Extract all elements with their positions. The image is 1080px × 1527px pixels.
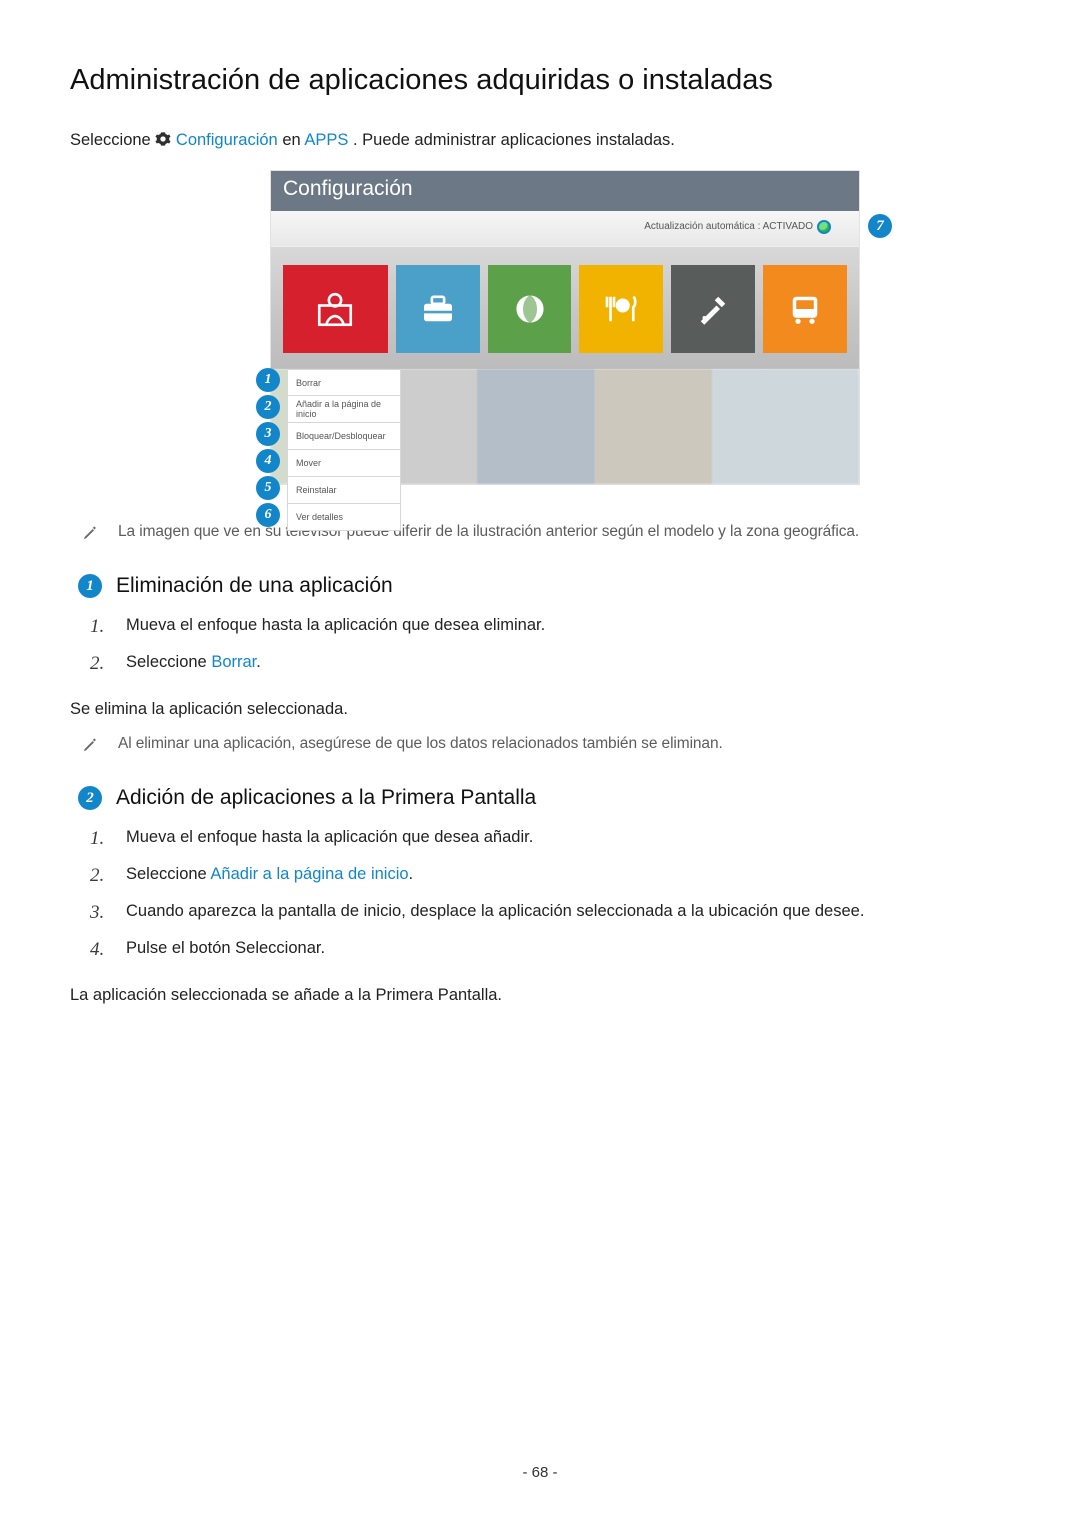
s1-step-2a: Seleccione <box>126 653 211 671</box>
context-menu-details: Ver detalles <box>287 504 401 531</box>
s1-step-2: Seleccione Borrar. <box>90 653 1010 690</box>
intro-t2: en <box>282 131 304 149</box>
section-1-title: Eliminación de una aplicación <box>116 574 393 598</box>
s2-step-3: Cuando aparezca la pantalla de inicio, d… <box>90 902 1010 939</box>
intro-t1: Seleccione <box>70 131 155 149</box>
intro-t3: . Puede administrar aplicaciones instala… <box>353 131 675 149</box>
app-tile-row <box>271 247 859 369</box>
pencil-icon <box>82 737 100 758</box>
s2-step-4: Pulse el botón Seleccionar. <box>90 939 1010 976</box>
context-menu-delete: Borrar <box>287 369 401 396</box>
s2-step-2: Seleccione Añadir a la página de inicio. <box>90 865 1010 902</box>
note-image-differ: La imagen que ve en su televisor puede d… <box>82 523 1010 546</box>
callout-badge-2: 2 <box>256 395 280 419</box>
briefcase-icon <box>417 288 459 330</box>
callout-badge-4: 4 <box>256 449 280 473</box>
auto-update-toggle-icon <box>817 220 831 234</box>
section-2-title: Adición de aplicaciones a la Primera Pan… <box>116 786 536 810</box>
pencil-icon <box>82 525 100 546</box>
callout-badge-column: 1 2 3 4 5 6 <box>256 368 280 527</box>
context-menu: Borrar Añadir a la página de inicio Bloq… <box>287 369 401 531</box>
gear-icon <box>155 131 171 152</box>
app-tile-6 <box>763 265 847 353</box>
person-photo-icon <box>314 288 356 330</box>
section-1-after: Se elimina la aplicación seleccionada. <box>70 700 1010 719</box>
s1-step-1: Mueva el enfoque hasta la aplicación que… <box>90 616 1010 653</box>
tv-screen-header: Configuración <box>271 171 859 211</box>
intro-link-apps: APPS <box>304 131 348 149</box>
app-tile-3 <box>488 265 572 353</box>
tv-frame: Configuración Actualización automática :… <box>270 170 860 485</box>
callout-badge-3: 3 <box>256 422 280 446</box>
app-tile-4 <box>579 265 663 353</box>
page-title: Administración de aplicaciones adquirida… <box>70 64 1010 97</box>
section-1-heading: 1 Eliminación de una aplicación <box>78 574 1010 598</box>
section-1-steps: Mueva el enfoque hasta la aplicación que… <box>90 616 1010 690</box>
section-2-heading: 2 Adición de aplicaciones a la Primera P… <box>78 786 1010 810</box>
tv-screenshot-figure: Configuración Actualización automática :… <box>270 170 880 485</box>
context-menu-lock: Bloquear/Desbloquear <box>287 423 401 450</box>
callout-badge-6: 6 <box>256 503 280 527</box>
globe-icon <box>509 288 551 330</box>
bus-icon <box>784 288 826 330</box>
s2-step-1: Mueva el enfoque hasta la aplicación que… <box>90 828 1010 865</box>
section-1-note: Al eliminar una aplicación, asegúrese de… <box>82 735 1010 758</box>
callout-badge-1: 1 <box>256 368 280 392</box>
section-badge-1: 1 <box>78 574 102 598</box>
section-2-steps: Mueva el enfoque hasta la aplicación que… <box>90 828 1010 976</box>
context-menu-move: Mover <box>287 450 401 477</box>
section-badge-2: 2 <box>78 786 102 810</box>
page-number: - 68 - <box>0 1464 1080 1481</box>
callout-badge-7: 7 <box>868 214 892 238</box>
auto-update-label: Actualización automática : ACTIVADO <box>644 221 813 232</box>
note-text: La imagen que ve en su televisor puede d… <box>118 523 859 541</box>
context-menu-reinstall: Reinstalar <box>287 477 401 504</box>
food-icon <box>600 288 642 330</box>
tools-icon <box>692 288 734 330</box>
app-tile-1 <box>283 265 388 353</box>
section-2-after: La aplicación seleccionada se añade a la… <box>70 986 1010 1005</box>
callout-badge-5: 5 <box>256 476 280 500</box>
app-tile-5 <box>671 265 755 353</box>
tv-topbar: Actualización automática : ACTIVADO <box>271 211 859 247</box>
section-1-note-text: Al eliminar una aplicación, asegúrese de… <box>118 735 723 753</box>
intro-link-config: Configuración <box>176 131 278 149</box>
s2-step-2c: . <box>409 865 414 883</box>
context-menu-add-home: Añadir a la página de inicio <box>287 396 401 423</box>
s1-step-2-link: Borrar <box>211 653 256 671</box>
s2-step-2-link: Añadir a la página de inicio <box>210 865 408 883</box>
s2-step-2a: Seleccione <box>126 865 210 883</box>
app-tile-2 <box>396 265 480 353</box>
intro-text: Seleccione Configuración en APPS . Puede… <box>70 131 1010 152</box>
s1-step-2c: . <box>256 653 261 671</box>
